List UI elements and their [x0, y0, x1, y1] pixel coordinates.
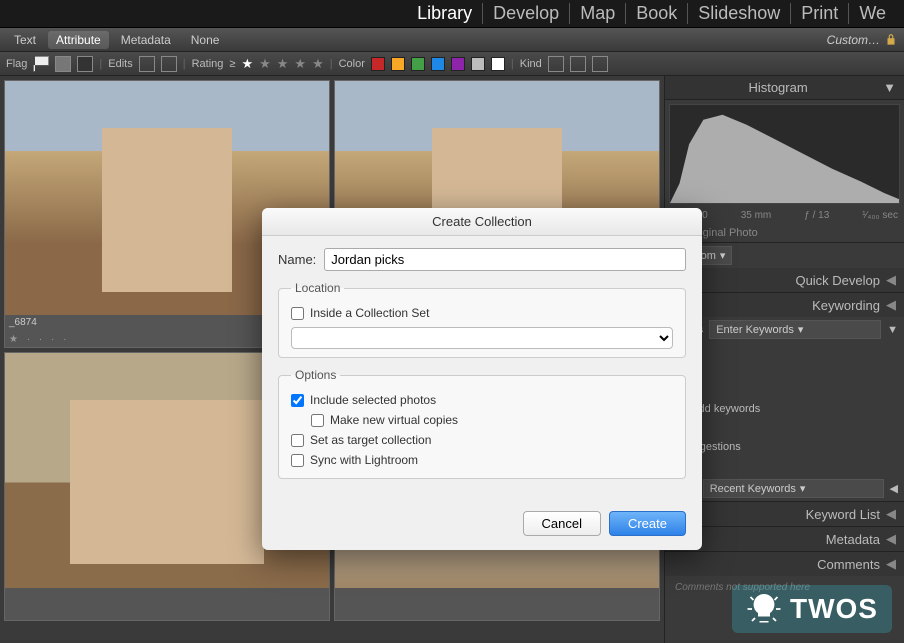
filter-text[interactable]: Text — [6, 31, 44, 49]
watermark: TWOS — [732, 585, 892, 633]
histo-shutter: ¹⁄₄₀₀ sec — [862, 210, 898, 221]
name-label: Name: — [278, 252, 316, 267]
edits-edited-icon[interactable] — [139, 56, 155, 72]
chevron-down-icon: ▾ — [800, 482, 806, 495]
chevron-left-icon[interactable]: ◀ — [886, 556, 896, 572]
flag-label: Flag — [6, 58, 27, 70]
dialog-title: Create Collection — [262, 208, 702, 236]
module-tab-map[interactable]: Map — [570, 3, 626, 24]
keyword-set-dropdown[interactable]: Recent Keywords ▾ — [703, 479, 884, 498]
virtual-copies-label: Make new virtual copies — [330, 413, 458, 427]
options-legend: Options — [291, 368, 340, 382]
chevron-left-icon[interactable]: ◀ — [886, 272, 896, 288]
color-purple[interactable] — [451, 57, 465, 71]
comments-header[interactable]: Comments — [817, 557, 880, 572]
module-picker-bar: Library Develop Map Book Slideshow Print… — [0, 0, 904, 28]
flag-picked-icon[interactable] — [33, 56, 49, 72]
module-tab-library[interactable]: Library — [407, 3, 483, 24]
rating-star-4[interactable]: ★ — [294, 56, 306, 72]
histogram-display — [669, 104, 900, 204]
edits-unedited-icon[interactable] — [161, 56, 177, 72]
watermark-text: TWOS — [790, 593, 878, 625]
include-selected-checkbox[interactable] — [291, 394, 304, 407]
chevron-down-icon: ▾ — [798, 323, 804, 336]
histo-aperture: ƒ / 13 — [804, 210, 829, 221]
module-tab-web[interactable]: We — [849, 3, 896, 24]
chevron-left-icon[interactable]: ◀ — [886, 297, 896, 313]
library-filter-bar: Text Attribute Metadata None Custom… — [0, 28, 904, 52]
rating-star-2[interactable]: ★ — [259, 56, 271, 72]
filter-preset-dropdown[interactable]: Custom… — [827, 33, 880, 47]
sync-lightroom-label: Sync with Lightroom — [310, 453, 418, 467]
location-fieldset: Location Inside a Collection Set — [278, 281, 686, 358]
color-green[interactable] — [411, 57, 425, 71]
options-fieldset: Options Include selected photos Make new… — [278, 368, 686, 479]
histogram-header[interactable]: Histogram — [748, 80, 807, 95]
keyword-list-header[interactable]: Keyword List — [806, 507, 880, 522]
create-button[interactable]: Create — [609, 511, 686, 536]
lightbulb-icon — [746, 591, 782, 627]
keywording-header[interactable]: Keywording — [812, 298, 880, 313]
module-tab-print[interactable]: Print — [791, 3, 849, 24]
module-tab-slideshow[interactable]: Slideshow — [688, 3, 791, 24]
cancel-button[interactable]: Cancel — [523, 511, 601, 536]
lock-icon[interactable] — [884, 33, 898, 47]
inside-collection-set-checkbox[interactable] — [291, 307, 304, 320]
create-collection-dialog: Create Collection Name: Location Inside … — [262, 208, 702, 550]
chevron-left-icon[interactable]: ◀ — [890, 482, 898, 495]
module-tab-develop[interactable]: Develop — [483, 3, 570, 24]
edits-label: Edits — [108, 58, 132, 70]
cell-filename: _6874 — [9, 317, 37, 328]
filter-metadata[interactable]: Metadata — [113, 31, 179, 49]
kind-video-icon[interactable] — [592, 56, 608, 72]
color-red[interactable] — [371, 57, 385, 71]
location-legend: Location — [291, 281, 344, 295]
kind-label: Kind — [520, 58, 542, 70]
metadata-header[interactable]: Metadata — [826, 532, 880, 547]
cell-rating[interactable]: ★ · · · · — [9, 334, 69, 345]
color-label: Color — [339, 58, 365, 70]
filter-attribute[interactable]: Attribute — [48, 31, 109, 49]
chevron-down-icon[interactable]: ▼ — [887, 324, 898, 336]
target-collection-checkbox[interactable] — [291, 434, 304, 447]
rating-operator[interactable]: ≥ — [229, 58, 235, 70]
rating-star-5[interactable]: ★ — [312, 56, 324, 72]
module-tab-book[interactable]: Book — [626, 3, 688, 24]
target-collection-label: Set as target collection — [310, 433, 431, 447]
kind-master-icon[interactable] — [548, 56, 564, 72]
rating-star-1[interactable]: ★ — [241, 56, 253, 72]
rating-star-3[interactable]: ★ — [277, 56, 289, 72]
include-selected-label: Include selected photos — [310, 393, 436, 407]
kind-virtual-icon[interactable] — [570, 56, 586, 72]
virtual-copies-checkbox[interactable] — [311, 414, 324, 427]
color-custom[interactable] — [491, 57, 505, 71]
color-none[interactable] — [471, 57, 485, 71]
histo-focal: 35 mm — [741, 210, 772, 221]
inside-collection-set-label: Inside a Collection Set — [310, 306, 429, 320]
attribute-filter-bar: Flag | Edits | Rating ≥ ★ ★ ★ ★ ★ | Colo… — [0, 52, 904, 76]
quick-develop-header[interactable]: Quick Develop — [795, 273, 880, 288]
collection-name-input[interactable] — [324, 248, 686, 271]
color-yellow[interactable] — [391, 57, 405, 71]
collection-set-select[interactable] — [291, 327, 673, 349]
flag-unflagged-icon[interactable] — [55, 56, 71, 72]
flag-rejected-icon[interactable] — [77, 56, 93, 72]
color-blue[interactable] — [431, 57, 445, 71]
keyword-tags-mode-dropdown[interactable]: Enter Keywords ▾ — [709, 320, 881, 339]
chevron-left-icon[interactable]: ◀ — [886, 506, 896, 522]
sync-lightroom-checkbox[interactable] — [291, 454, 304, 467]
chevron-down-icon: ▾ — [720, 249, 726, 262]
filter-none[interactable]: None — [183, 31, 228, 49]
chevron-down-icon[interactable]: ▼ — [883, 80, 896, 95]
chevron-left-icon[interactable]: ◀ — [886, 531, 896, 547]
rating-label: Rating — [192, 58, 224, 70]
